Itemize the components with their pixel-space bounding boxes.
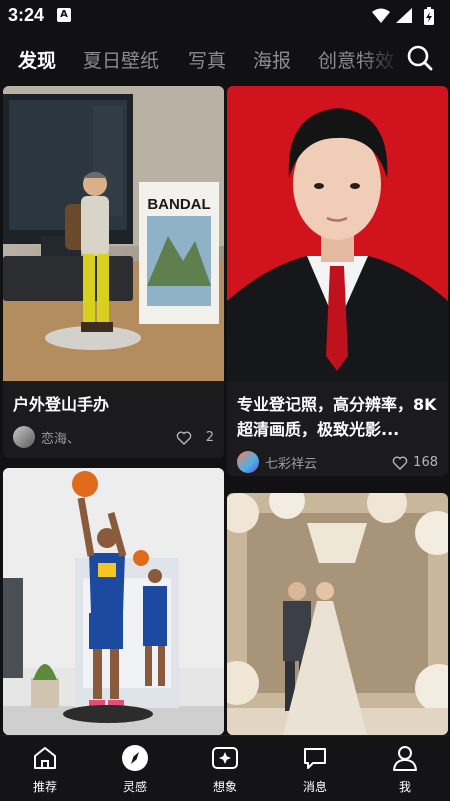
author-name: 七彩祥云 [265,457,318,472]
wifi-icon [372,8,390,23]
wedding-photo[interactable] [227,493,448,735]
nav-label: 想象 [212,780,237,794]
avatar [237,451,259,473]
avatar [13,426,35,448]
heart-icon [392,456,408,470]
tab-discover[interactable]: 发现 [18,46,56,73]
card-title: 户外登山手办 [13,395,110,414]
like-count: 168 [413,455,438,470]
feed-card[interactable]: BANDAL 户外登山手办 恋海、 2 [3,86,224,458]
compass-icon [122,745,148,771]
search-icon[interactable] [406,44,434,72]
like-count: 2 [205,430,214,445]
notification-a-icon: A [57,8,71,22]
status-bar: 3:24 A [0,0,450,32]
basketball-figurine-photo[interactable] [3,468,224,735]
nav-label: 推荐 [32,780,57,794]
nav-messages[interactable]: 消息 [280,736,350,801]
tab-poster[interactable]: 海报 [253,46,291,73]
like-button[interactable]: 2 [174,428,214,448]
nav-label: 灵感 [122,780,147,794]
hiking-figurine-photo[interactable]: BANDAL [3,86,224,381]
home-icon [34,747,56,769]
author-name: 恋海、 [41,432,81,447]
bottom-nav: 推荐 灵感 想象 消息 我 [0,735,450,801]
feed-card[interactable] [3,468,224,735]
id-portrait-photo[interactable] [227,86,448,381]
card-title: 专业登记照，高分辨率，8K超清画质，极致光影... [237,395,437,439]
box-brand-text: BANDAL [147,196,210,213]
sparkle-icon [212,747,238,769]
nav-imagine[interactable]: 想象 [190,736,260,801]
tab-portrait[interactable]: 写真 [188,46,226,73]
nav-label: 消息 [302,780,327,794]
profile-icon [393,746,417,771]
nav-label: 我 [398,780,411,794]
card-author[interactable]: 恋海、 [13,426,153,448]
status-time: 3:24 [8,5,45,25]
nav-me[interactable]: 我 [370,736,440,801]
nav-recommend[interactable]: 推荐 [10,736,80,801]
battery-icon [424,7,434,25]
heart-icon [176,431,192,445]
system-status-icons [372,7,434,25]
nav-inspiration[interactable]: 灵感 [100,736,170,801]
feed-card[interactable] [227,493,448,735]
tab-summer-wallpaper[interactable]: 夏日壁纸 [83,46,159,73]
category-tabs: 发现 夏日壁纸 写真 海报 创意特效 [0,40,450,80]
tabs-fade [360,40,400,80]
signal-icon [396,8,412,23]
feed-card[interactable]: 专业登记照，高分辨率，8K超清画质，极致光影... 七彩祥云 168 [227,86,448,476]
message-icon [304,748,326,769]
like-button[interactable]: 168 [390,453,438,473]
card-author[interactable]: 七彩祥云 [237,451,377,473]
